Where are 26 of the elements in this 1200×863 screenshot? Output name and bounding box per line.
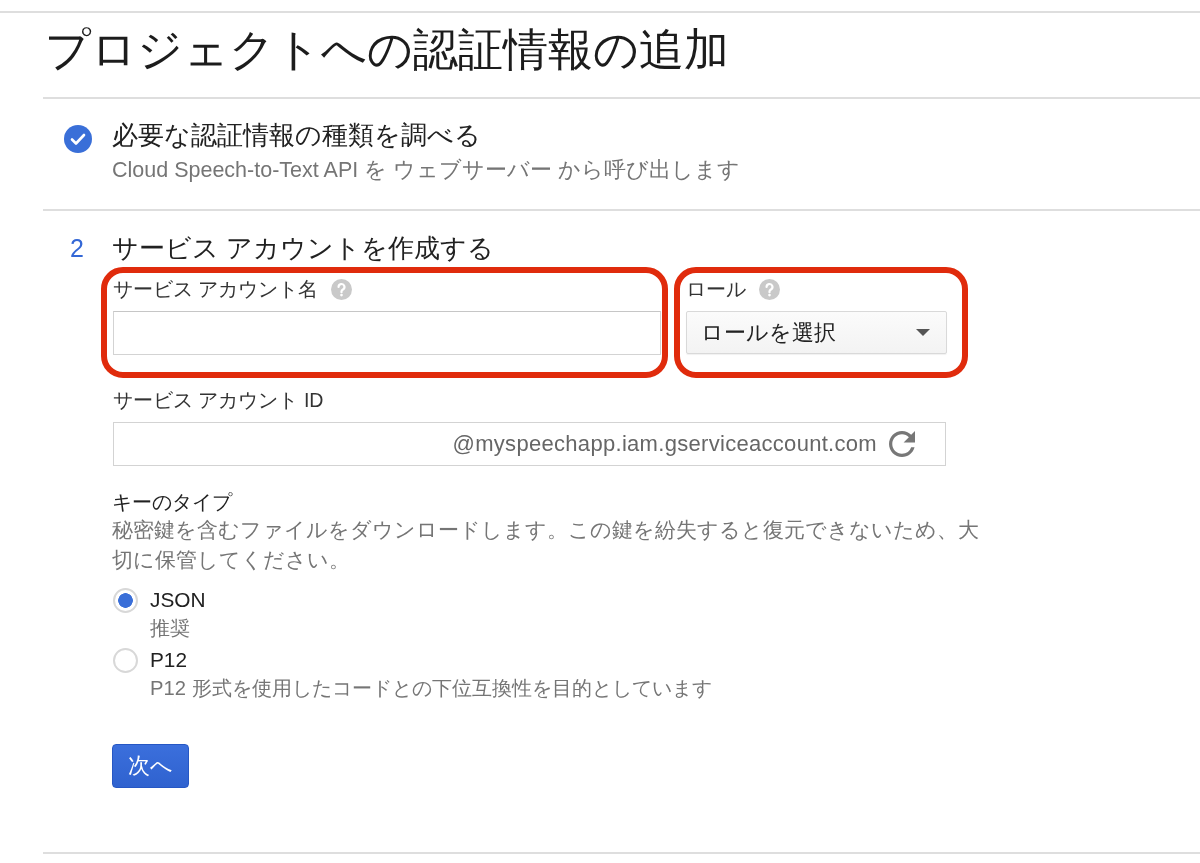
section-description: 秘密鍵を含むファイルをダウンロードします。この鍵を紛失すると復元できないため、大切に保管してください。: [112, 517, 980, 573]
next-button[interactable]: 次へ: [112, 744, 189, 788]
dropdown[interactable]: ロールを選択: [686, 311, 947, 354]
help-icon[interactable]: [331, 278, 353, 300]
page-title: プロジェクトへの認証情報の追加: [45, 23, 729, 77]
radio-button[interactable]: [113, 587, 138, 613]
option-label[interactable]: P12: [150, 645, 187, 675]
field-label: サービス アカウント ID: [113, 388, 324, 412]
step-description: Cloud Speech-to-Text API を ウェブサーバー から呼び出します: [112, 157, 741, 184]
refresh-icon[interactable]: [889, 431, 915, 457]
check-icon: [64, 125, 92, 153]
radio-button[interactable]: [113, 647, 138, 673]
step-title: サービス アカウントを作成する: [112, 232, 495, 264]
step-title: 必要な認証情報の種類を調べる: [112, 119, 481, 151]
input-field[interactable]: @myspeechapp.iam.gserviceaccount.com: [113, 422, 946, 466]
caret-icon: [916, 329, 930, 336]
option-label[interactable]: JSON: [150, 585, 206, 615]
domain-suffix: @myspeechapp.iam.gserviceaccount.com: [452, 431, 877, 457]
input-field[interactable]: [113, 311, 661, 355]
help-icon[interactable]: [759, 278, 780, 300]
field-label: ロール: [686, 277, 746, 301]
step-number: 2: [70, 233, 84, 264]
section-label: キーのタイプ: [112, 490, 232, 515]
option-note: 推奨: [150, 616, 190, 641]
option-note: P12 形式を使用したコードとの下位互換性を目的としています: [150, 676, 712, 701]
field-label: サービス アカウント名: [113, 277, 319, 301]
